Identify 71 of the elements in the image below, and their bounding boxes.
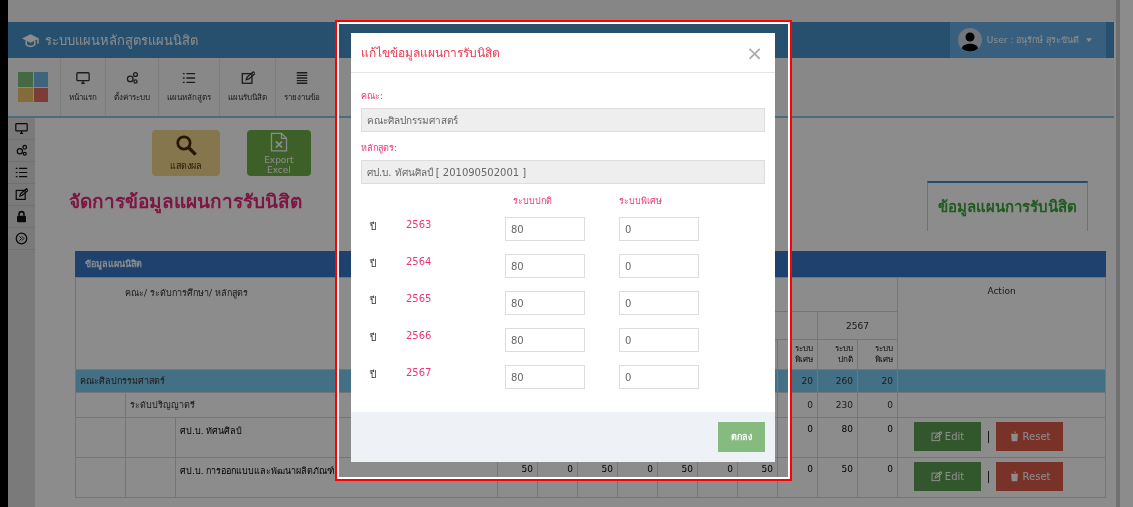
gears-icon — [125, 70, 139, 85]
table-cell: 20 — [777, 369, 818, 393]
file-icon — [268, 131, 289, 152]
edit-icon — [240, 70, 255, 85]
column-header: ระบบ พิเศษ — [777, 339, 818, 370]
edit-icon — [930, 431, 942, 442]
column-header: ระบบ ปกติ — [817, 339, 858, 370]
user-avatar-icon — [957, 28, 982, 52]
list-icon — [14, 166, 28, 179]
column-header: ระบบพิเศษ — [618, 195, 663, 208]
input-field[interactable]: 0 — [619, 291, 699, 315]
search-icon — [174, 133, 197, 156]
trash-icon — [1008, 471, 1020, 482]
logo-icon — [18, 72, 48, 102]
toolbar-item[interactable]: ตั้งค่าระบบ — [105, 58, 158, 116]
field-label: หลักสูตร: — [361, 142, 399, 155]
monitor-icon — [76, 70, 90, 85]
trash-icon — [1008, 431, 1020, 442]
year-prefix: ปี — [370, 220, 377, 234]
input-field[interactable]: 80 — [505, 254, 585, 278]
toolbar-item[interactable]: รายงานข้อ — [275, 58, 328, 116]
toolbar-item[interactable]: แผนรับนิสิต — [219, 58, 275, 116]
input-field[interactable]: 80 — [505, 328, 585, 352]
lock-icon — [14, 210, 28, 223]
input-field[interactable]: 0 — [619, 254, 699, 278]
input-field[interactable]: คณะศิลปกรรมศาสตร์ — [361, 108, 765, 132]
expand-icon — [14, 232, 28, 245]
show-results-button[interactable]: แสดงผล — [151, 130, 220, 176]
year-prefix: ปี — [370, 331, 377, 345]
table-cell: 50 — [817, 457, 858, 498]
year-prefix: ปี — [370, 257, 377, 271]
graduation-cap-icon — [22, 31, 39, 49]
input-field[interactable]: 0 — [619, 328, 699, 352]
input-field[interactable]: 80 — [505, 291, 585, 315]
table-cell: 20 — [857, 369, 898, 393]
edit-icon — [14, 188, 28, 201]
modal-title: แก้ไขข้อมูลแผนการรับนิสิต — [361, 45, 500, 62]
app-title: ระบบแผนหลักสูตรแผนนิสิต — [45, 31, 198, 51]
input-field[interactable]: 80 — [505, 365, 585, 389]
table-cell: 0 — [777, 457, 818, 498]
edit-icon — [930, 471, 942, 482]
year-prefix: ปี — [370, 368, 377, 382]
gears-icon — [14, 144, 28, 157]
toolbar-item[interactable]: หน้าแรก — [60, 58, 105, 116]
column-header: ระบบปกติ — [512, 195, 553, 208]
table-cell: 0 — [777, 417, 818, 458]
table-cell: 0 — [857, 392, 898, 418]
year-label: 2565 — [406, 292, 433, 304]
toolbar-item[interactable]: แผนหลักสูตร — [158, 58, 219, 116]
year-label: 2566 — [406, 329, 433, 341]
page-heading: จัดการข้อมูลแผนการรับนิสิต — [68, 189, 302, 216]
input-field[interactable]: 80 — [505, 217, 585, 241]
table-cell: 260 — [817, 369, 858, 393]
table-cell: 0 — [857, 457, 898, 498]
year-label: 2564 — [406, 255, 433, 267]
year-label: 2563 — [406, 218, 433, 230]
table-cell: 80 — [817, 417, 858, 458]
year-prefix: ปี — [370, 294, 377, 308]
table-cell: 0 — [777, 392, 818, 418]
list-icon — [182, 70, 196, 85]
reset-button[interactable]: Reset — [996, 422, 1063, 451]
table-cell: 230 — [817, 392, 858, 418]
field-label: คณะ: — [361, 90, 385, 103]
reset-button[interactable]: Reset — [996, 462, 1063, 491]
input-field[interactable]: 0 — [619, 365, 699, 389]
monitor-icon — [14, 122, 28, 135]
input-field[interactable]: 0 — [619, 217, 699, 241]
input-field[interactable]: ศป.บ. ทัศนศิลป์ [ 201090502001 ] — [361, 160, 765, 184]
list-icon — [295, 70, 309, 85]
table-cell: 0 — [857, 417, 898, 458]
column-header: Action — [897, 277, 1106, 370]
